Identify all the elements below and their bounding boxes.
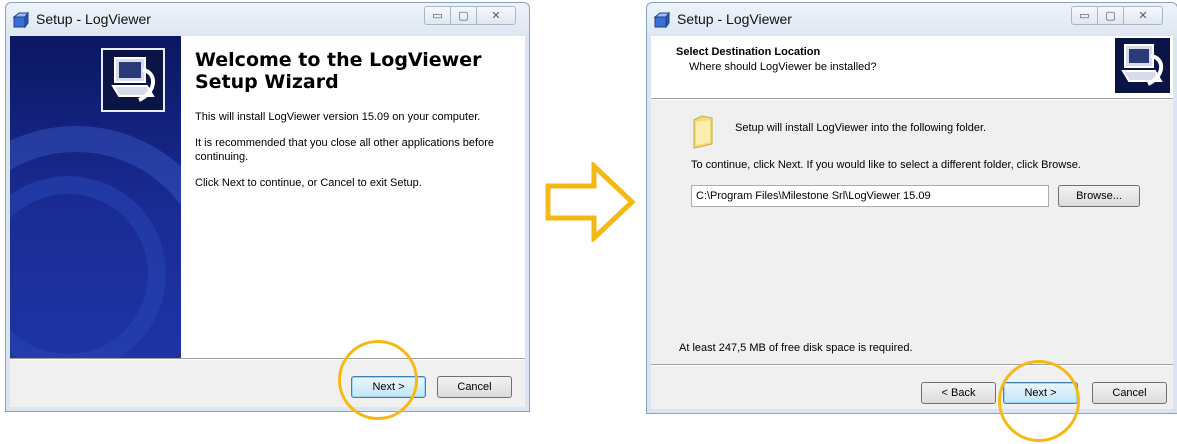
- right-arrow-icon: [545, 162, 636, 242]
- header-separator: [651, 98, 1173, 100]
- cancel-button[interactable]: Cancel: [1092, 382, 1167, 404]
- window-title: Setup - LogViewer: [677, 11, 792, 27]
- minimize-button[interactable]: ▭: [424, 6, 451, 25]
- page-title: Select Destination Location: [676, 46, 821, 58]
- highlight-circle-next-2: [998, 360, 1080, 442]
- highlight-circle-next-1: [338, 340, 418, 420]
- install-version-text: This will install LogViewer version 15.0…: [195, 111, 481, 123]
- back-button[interactable]: < Back: [921, 382, 996, 404]
- bottom-separator: [651, 364, 1173, 366]
- welcome-content: Welcome to the LogViewer Setup Wizard Th…: [181, 36, 525, 358]
- maximize-button[interactable]: ▢: [1097, 6, 1124, 25]
- continue-instruction-text: To continue, click Next. If you would li…: [691, 159, 1081, 171]
- close-apps-text: It is recommended that you close all oth…: [195, 137, 494, 163]
- title-bar[interactable]: Setup - LogViewer ▭ ▢ ✕: [647, 3, 1177, 36]
- title-bar[interactable]: Setup - LogViewer ▭ ▢ ✕: [6, 3, 529, 36]
- setup-window-destination: Setup - LogViewer ▭ ▢ ✕ Select Destinati…: [646, 2, 1177, 414]
- setup-box-icon: [12, 11, 29, 29]
- bottom-separator: [10, 358, 525, 360]
- setup-box-icon: [653, 11, 670, 29]
- window-client: Welcome to the LogViewer Setup Wizard Th…: [10, 36, 525, 407]
- minimize-button[interactable]: ▭: [1071, 6, 1098, 25]
- close-button[interactable]: ✕: [1123, 6, 1163, 25]
- maximize-button[interactable]: ▢: [450, 6, 477, 25]
- browse-button[interactable]: Browse...: [1058, 185, 1140, 207]
- computer-install-icon: [101, 48, 165, 112]
- install-folder-text: Setup will install LogViewer into the fo…: [735, 122, 987, 134]
- setup-window-welcome: Setup - LogViewer ▭ ▢ ✕ Welcome to the L…: [5, 2, 530, 412]
- folder-icon: [693, 115, 713, 149]
- disk-space-text: At least 247,5 MB of free disk space is …: [679, 342, 913, 354]
- page-subtitle: Where should LogViewer be installed?: [689, 61, 877, 73]
- destination-path-input[interactable]: C:\Program Files\Milestone Srl\LogViewer…: [691, 185, 1049, 207]
- welcome-heading: Welcome to the LogViewer Setup Wizard: [195, 49, 482, 93]
- window-client: Select Destination Location Where should…: [651, 36, 1173, 409]
- window-title: Setup - LogViewer: [36, 11, 151, 27]
- wizard-side-image: [10, 36, 181, 358]
- instruction-text: Click Next to continue, or Cancel to exi…: [195, 177, 422, 189]
- cancel-button[interactable]: Cancel: [437, 376, 512, 398]
- close-button[interactable]: ✕: [476, 6, 516, 25]
- wizard-header: Select Destination Location Where should…: [651, 36, 1173, 98]
- computer-install-icon: [1115, 38, 1170, 93]
